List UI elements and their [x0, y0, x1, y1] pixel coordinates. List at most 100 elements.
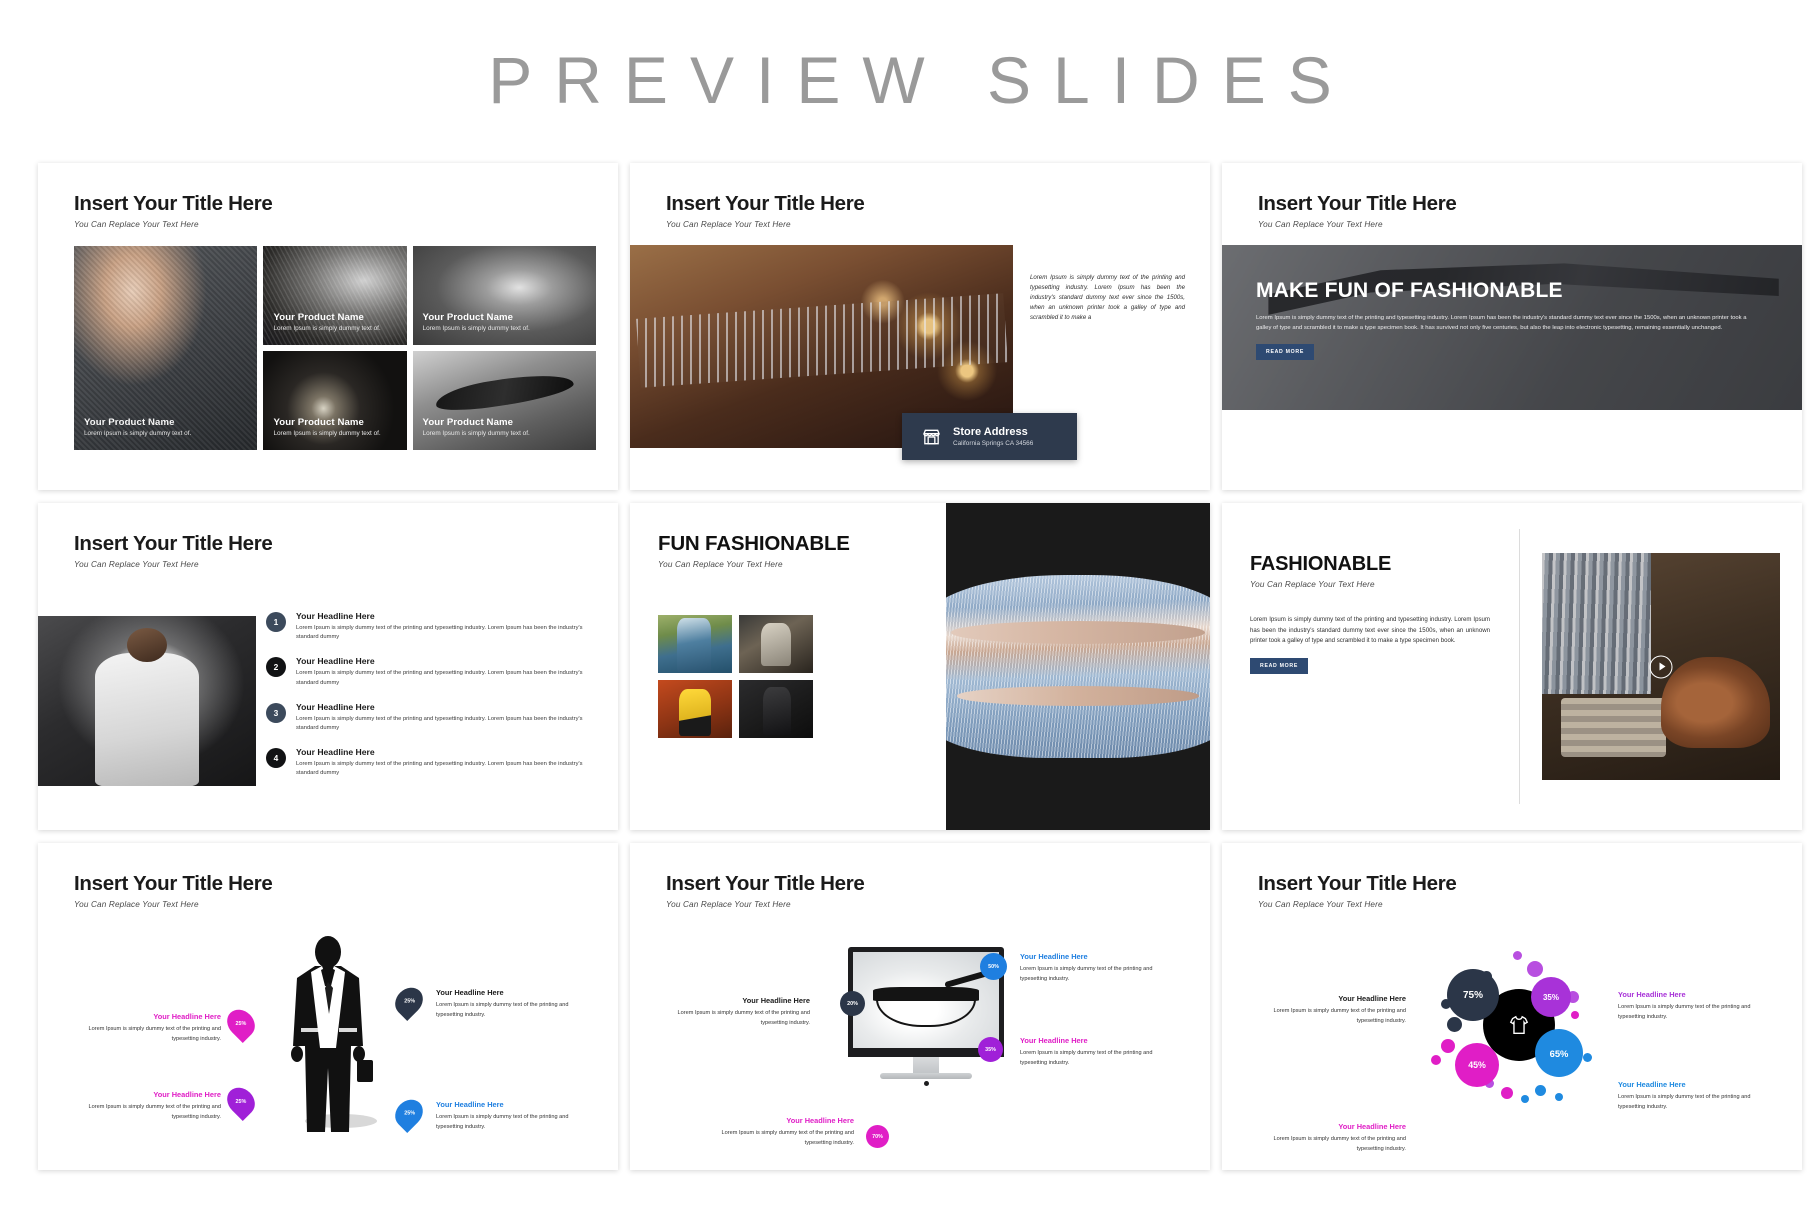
callout-text: Lorem Ipsum is simply dummy text of the … [1273, 1136, 1406, 1152]
slide-1-product-images: Your Product Name Lorem Ipsum is simply … [74, 246, 596, 450]
list-item-number: 2 [266, 657, 286, 678]
product-desc: Lorem Ipsum is simply dummy text of. [273, 325, 381, 332]
list-item[interactable]: 4 Your Headline Here Lorem Ipsum is simp… [266, 747, 600, 779]
callout-headline: Your Headline Here [1338, 994, 1406, 1003]
slide-8-monitor-infographic[interactable]: Insert Your Title Here You Can Replace Y… [630, 843, 1210, 1170]
callout-left-top: Your Headline Here Lorem Ipsum is simply… [658, 995, 810, 1028]
slide-2-title: Insert Your Title Here [666, 192, 865, 215]
slide-8-subtitle: You Can Replace Your Text Here [666, 900, 791, 909]
callout-right-bottom: Your Headline Here Lorem Ipsum is simply… [436, 1099, 596, 1132]
slide-4-title: Insert Your Title Here [74, 532, 273, 555]
slide-4-items: 1 Your Headline Here Lorem Ipsum is simp… [266, 611, 600, 792]
callout-text: Lorem Ipsum is simply dummy text of the … [436, 1114, 569, 1130]
pin-marker[interactable]: 25% [221, 1004, 261, 1043]
ripped-denim-photo [946, 503, 1210, 830]
callout-right-top: Your Headline Here Lorem Ipsum is simply… [1618, 989, 1778, 1022]
callout-headline: Your Headline Here [1618, 990, 1686, 999]
store-address-title: Store Address [953, 426, 1028, 438]
slide-2-body-text: Lorem Ipsum is simply dummy text of the … [1030, 274, 1185, 322]
badge-marker[interactable]: 50% [980, 953, 1007, 980]
eyeglasses-product-photo [853, 952, 999, 1048]
decor-bubble [1571, 1011, 1579, 1019]
list-item-headline: Your Headline Here [296, 701, 375, 712]
callout-headline: Your Headline Here [1020, 952, 1088, 961]
thumbnail-man-yellow-shirt[interactable] [658, 680, 732, 738]
product-card-shirt[interactable]: Your Product Name Lorem Ipsum is simply … [263, 246, 407, 345]
slide-3-hero-overlay: MAKE FUN OF FASHIONABLE Lorem Ipsum is s… [1222, 245, 1802, 410]
product-desc: Lorem Ipsum is simply dummy text of. [84, 430, 192, 437]
list-item-headline: Your Headline Here [296, 746, 375, 757]
slide-6-heading: FASHIONABLE [1250, 553, 1392, 575]
product-desc: Lorem Ipsum is simply dummy text of. [422, 430, 530, 437]
pin-marker[interactable]: 25% [389, 982, 429, 1021]
slide-4-numbered-list[interactable]: Insert Your Title Here You Can Replace Y… [38, 503, 618, 830]
slide-5-fun-fashionable[interactable]: FUN FASHIONABLE You Can Replace Your Tex… [630, 503, 1210, 830]
pin-marker[interactable]: 25% [221, 1082, 261, 1121]
store-address-card[interactable]: Store Address California Springs CA 3456… [902, 413, 1077, 460]
callout-text: Lorem Ipsum is simply dummy text of the … [1020, 966, 1153, 982]
slide-3-hero-banner[interactable]: Insert Your Title Here You Can Replace Y… [1222, 163, 1802, 490]
callout-text: Lorem Ipsum is simply dummy text of the … [436, 1002, 569, 1018]
play-icon[interactable] [1649, 655, 1673, 678]
slide-1-product-grid[interactable]: Insert Your Title Here You Can Replace Y… [38, 163, 618, 490]
callout-text: Lorem Ipsum is simply dummy text of the … [721, 1130, 854, 1146]
monitor-button-icon [923, 1081, 929, 1086]
bubble-value: 45% [1468, 1060, 1486, 1070]
list-item[interactable]: 2 Your Headline Here Lorem Ipsum is simp… [266, 656, 600, 688]
decor-bubble [1521, 1095, 1529, 1103]
callout-left-bottom: Your Headline Here Lorem Ipsum is simply… [1246, 1121, 1406, 1154]
list-item-text: Lorem Ipsum is simply dummy text of the … [296, 625, 583, 641]
product-card-watch[interactable]: Your Product Name Lorem Ipsum is simply … [263, 351, 407, 450]
slide-1-header: Insert Your Title Here You Can Replace Y… [38, 163, 618, 229]
bubble-65[interactable]: 65% [1535, 1029, 1583, 1077]
bubble-chart: 75% 35% 65% 45% [1417, 943, 1607, 1118]
slide-2-subtitle: You Can Replace Your Text Here [666, 220, 791, 229]
bubble-45[interactable]: 45% [1455, 1043, 1499, 1087]
slide-7-suit-infographic[interactable]: Insert Your Title Here You Can Replace Y… [38, 843, 618, 1170]
slide-1-subtitle: You Can Replace Your Text Here [74, 220, 199, 229]
callout-headline: Your Headline Here [153, 1090, 221, 1099]
slide-4-header: Insert Your Title Here You Can Replace Y… [38, 503, 618, 569]
callout-right-top: Your Headline Here Lorem Ipsum is simply… [436, 987, 596, 1020]
callout-text: Lorem Ipsum is simply dummy text of the … [1618, 1094, 1751, 1110]
slide-6-subtitle: You Can Replace Your Text Here [1250, 580, 1375, 589]
monitor-base [880, 1073, 972, 1079]
callout-headline: Your Headline Here [1338, 1122, 1406, 1131]
product-desc: Lorem Ipsum is simply dummy text of. [273, 430, 381, 437]
pin-value: 25% [403, 1110, 415, 1117]
thumbnail-couple-street[interactable] [739, 615, 813, 673]
callout-headline: Your Headline Here [1618, 1080, 1686, 1089]
badge-marker[interactable]: 35% [978, 1037, 1003, 1062]
decor-bubble [1447, 1017, 1462, 1032]
decor-bubble [1583, 1053, 1592, 1062]
slide-2-store-address[interactable]: Insert Your Title Here You Can Replace Y… [630, 163, 1210, 490]
callout-text: Lorem Ipsum is simply dummy text of the … [88, 1026, 221, 1042]
bubble-value: 75% [1462, 989, 1483, 1001]
decor-bubble [1501, 1087, 1513, 1099]
product-card-sneakers[interactable]: Your Product Name Lorem Ipsum is simply … [412, 246, 596, 345]
slide-7-header: Insert Your Title Here You Can Replace Y… [38, 843, 618, 909]
bubble-35[interactable]: 35% [1531, 977, 1571, 1017]
bubble-value: 65% [1549, 1047, 1569, 1059]
slide-6-fashionable-video[interactable]: FASHIONABLE You Can Replace Your Text He… [1222, 503, 1802, 830]
read-more-button[interactable]: READ MORE [1256, 344, 1315, 361]
list-item[interactable]: 3 Your Headline Here Lorem Ipsum is simp… [266, 702, 600, 734]
badge-value: 35% [985, 1046, 996, 1053]
slide-9-bubble-infographic[interactable]: Insert Your Title Here You Can Replace Y… [1222, 843, 1802, 1170]
pin-value: 25% [403, 998, 415, 1005]
shoes-and-clothes-photo[interactable] [1542, 553, 1780, 780]
badge-marker[interactable]: 70% [866, 1125, 889, 1148]
thumbnail-man-black-jacket[interactable] [739, 680, 813, 738]
read-more-button[interactable]: READ MORE [1250, 657, 1309, 674]
bubble-75[interactable]: 75% [1447, 969, 1499, 1021]
bubble-value: 35% [1542, 992, 1559, 1002]
product-card-pocket[interactable]: Your Product Name Lorem Ipsum is simply … [74, 246, 258, 450]
pin-marker[interactable]: 25% [389, 1094, 429, 1133]
thumbnail-woman-field[interactable] [658, 615, 732, 673]
list-item[interactable]: 1 Your Headline Here Lorem Ipsum is simp… [266, 611, 600, 643]
badge-marker[interactable]: 20% [840, 991, 865, 1016]
list-item-text: Lorem Ipsum is simply dummy text of the … [296, 715, 583, 731]
product-card-glasses[interactable]: Your Product Name Lorem Ipsum is simply … [412, 351, 596, 450]
decor-bubble [1431, 1055, 1441, 1065]
slide-9-subtitle: You Can Replace Your Text Here [1258, 900, 1383, 909]
